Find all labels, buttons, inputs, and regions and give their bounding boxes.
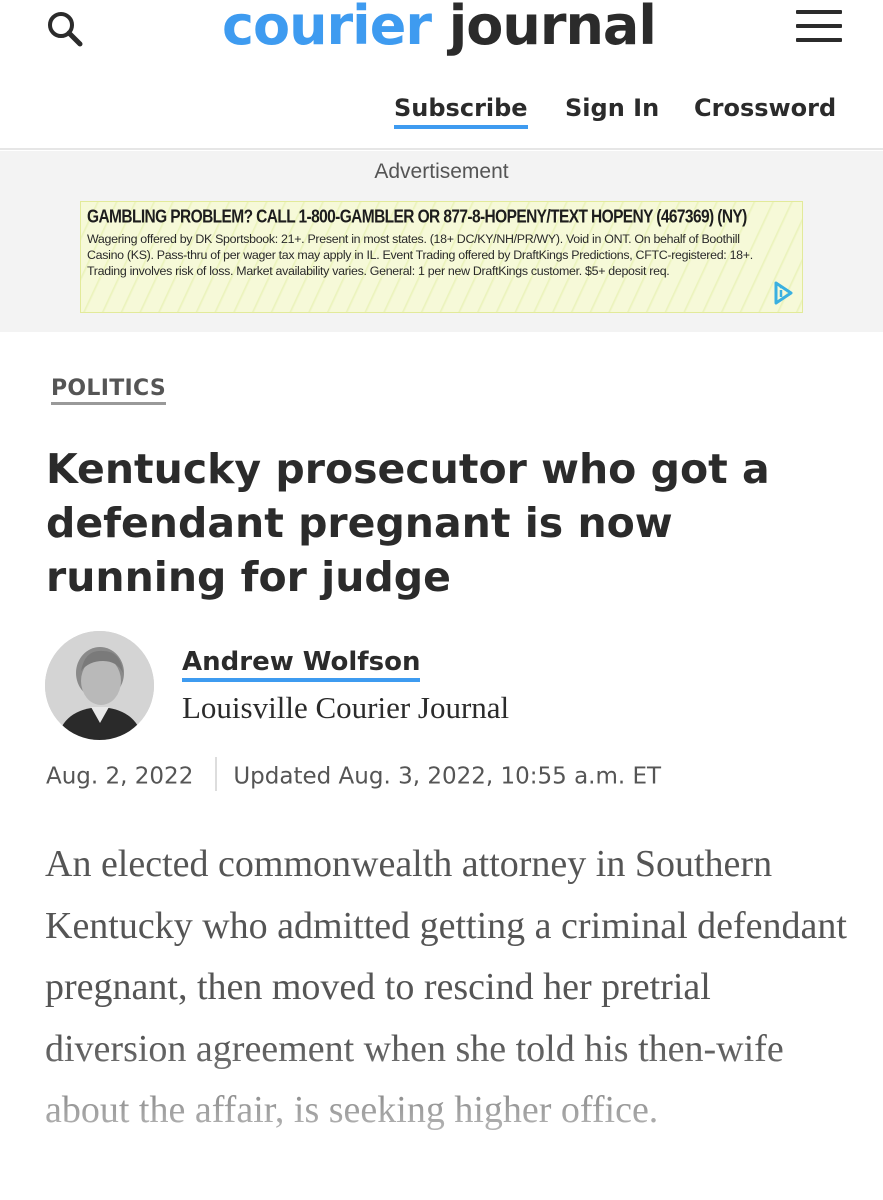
hamburger-menu-button[interactable] [796,10,842,46]
crossword-link[interactable]: Crossword [694,94,836,122]
category-link[interactable]: POLITICS [51,376,167,405]
search-button[interactable] [44,8,88,52]
advertisement-label: Advertisement [374,160,509,183]
body-fade-overlay [0,1040,883,1200]
search-icon [48,12,83,47]
updated-date: Updated Aug. 3, 2022, 10:55 a.m. ET [233,763,662,790]
article-headline: Kentucky prosecutor who got a defendant … [46,445,770,601]
advertisement-area: Advertisement GAMBLING PROBLEM? CALL 1-8… [0,151,883,332]
ad-choices-icon [774,281,793,305]
author-organization: Louisville Courier Journal [182,690,510,725]
ad-banner[interactable]: GAMBLING PROBLEM? CALL 1-800-GAMBLER OR … [80,201,803,313]
hamburger-menu-icon [796,10,842,42]
avatar[interactable] [45,631,154,740]
subscribe-link[interactable]: Subscribe [394,94,528,129]
site-logo[interactable]: courier journal [222,0,657,57]
author-photo [45,631,154,740]
date-divider [215,757,218,791]
ad-disclaimer-text: Wagering offered by DK Sportsbook: 21+. … [87,232,753,278]
site-header: courier journal Subscribe Sign In Crossw… [0,0,883,150]
sign-in-link[interactable]: Sign In [565,94,659,122]
author-name-link[interactable]: Andrew Wolfson [182,646,421,682]
published-date: Aug. 2, 2022 [46,763,194,790]
logo-word-journal: journal [448,0,657,57]
dateline: Aug. 2, 2022 Updated Aug. 3, 2022, 10:55 … [46,757,662,794]
logo-word-courier: courier [222,0,432,57]
ad-headline: GAMBLING PROBLEM? CALL 1-800-GAMBLER OR … [87,207,747,228]
ad-choices-button[interactable] [770,280,796,306]
